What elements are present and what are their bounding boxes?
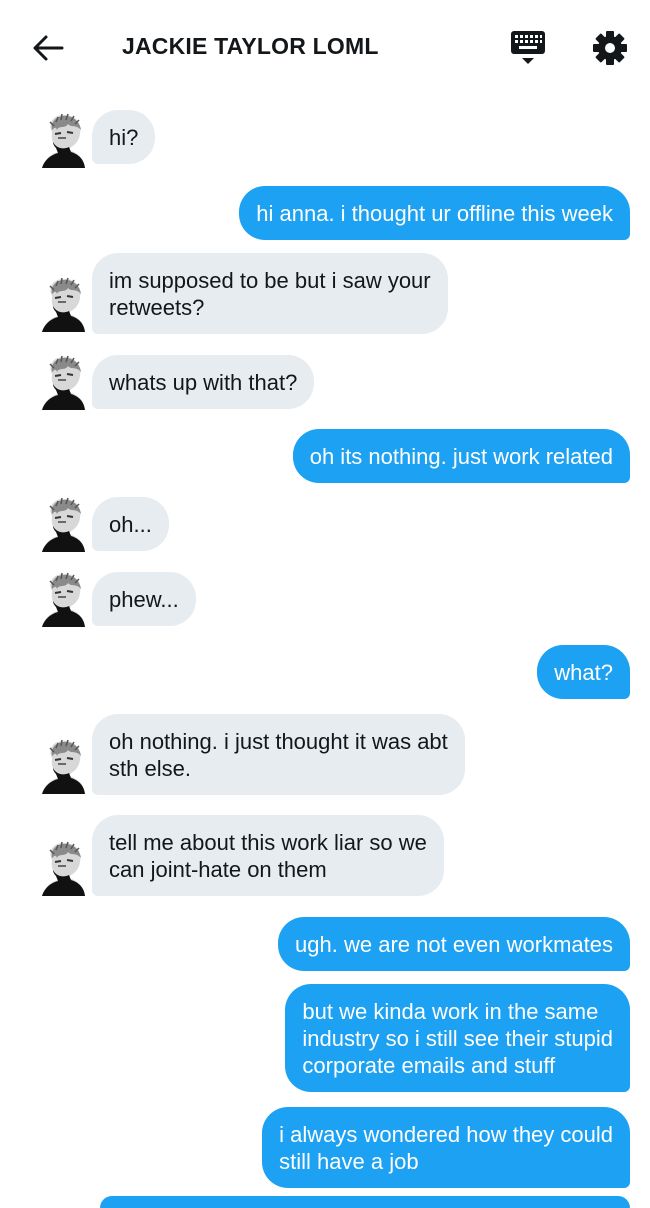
incoming-message[interactable]: oh... [92, 497, 169, 551]
incoming-message[interactable]: oh nothing. i just thought it was abt st… [92, 714, 465, 795]
contact-avatar[interactable] [38, 571, 86, 629]
contact-avatar[interactable] [38, 738, 86, 796]
incoming-message[interactable]: im supposed to be but i saw your retweet… [92, 253, 448, 334]
contact-avatar[interactable] [38, 354, 86, 412]
outgoing-message[interactable]: but we kinda work in the same industry s… [285, 984, 630, 1092]
incoming-message[interactable]: phew... [92, 572, 196, 626]
contact-avatar[interactable] [38, 840, 86, 898]
incoming-message[interactable]: hi? [92, 110, 156, 164]
outgoing-message[interactable]: i always wondered how they could still h… [262, 1107, 630, 1188]
gear-icon [593, 31, 627, 65]
outgoing-message[interactable]: oh its nothing. just work related [292, 429, 630, 483]
conversation-header: JACKIE TAYLOR LOML [0, 0, 650, 96]
contact-avatar[interactable] [38, 112, 86, 170]
arrow-left-icon [33, 35, 64, 61]
keyboard-button[interactable] [508, 28, 548, 68]
back-button[interactable] [30, 30, 66, 66]
outgoing-message[interactable]: what? [537, 645, 630, 699]
incoming-message[interactable]: whats up with that? [92, 355, 315, 409]
conversation-title: JACKIE TAYLOR LOML [122, 33, 379, 59]
next-message-partial [100, 1196, 630, 1208]
keyboard-icon [511, 31, 545, 64]
contact-avatar[interactable] [38, 276, 86, 334]
contact-avatar[interactable] [38, 496, 86, 554]
settings-button[interactable] [590, 28, 630, 68]
outgoing-message[interactable]: hi anna. i thought ur offline this week [239, 186, 630, 240]
outgoing-message[interactable]: ugh. we are not even workmates [278, 917, 630, 971]
incoming-message[interactable]: tell me about this work liar so we can j… [92, 815, 444, 896]
